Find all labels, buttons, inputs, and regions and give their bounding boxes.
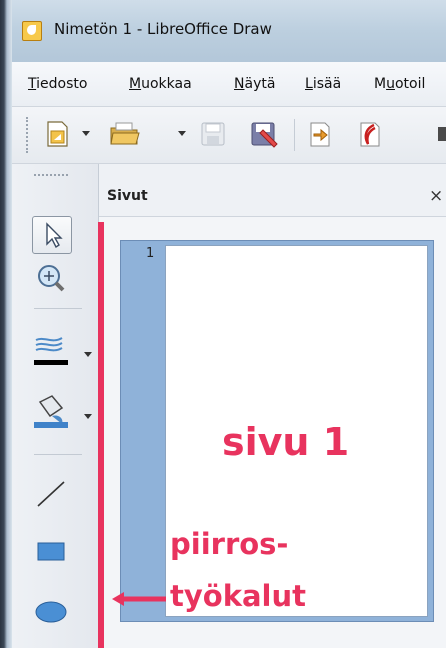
print-icon[interactable] (436, 119, 446, 149)
menu-lisaa-accel: L (305, 76, 313, 92)
menu-tiedosto-accel: T (28, 76, 37, 92)
area-fill-icon[interactable] (32, 392, 70, 428)
menu-muokkaa[interactable]: Muokkaa (129, 76, 192, 92)
annotation-tools-label-line1: piirros- (170, 527, 289, 561)
annotation-arrow (112, 592, 166, 606)
page-number: 1 (146, 246, 155, 261)
annotation-tools-label-line2: työkalut (170, 579, 306, 613)
annotation-page-label: sivu 1 (222, 420, 350, 464)
toolbar-grip[interactable] (26, 117, 31, 153)
line-style-icon[interactable] (32, 330, 70, 366)
drawing-toolbar-grip[interactable] (34, 174, 68, 178)
new-document-dropdown-arrow[interactable] (82, 131, 90, 136)
window-left-frame (0, 0, 12, 648)
menu-muotoile-prefix: M (374, 76, 387, 92)
menu-bar: Tiedosto Muokkaa Näytä Lisää Muotoil (12, 62, 446, 107)
save-icon[interactable] (198, 119, 228, 149)
menu-nayta[interactable]: Näytä (234, 76, 275, 92)
pages-panel-title: Sivut (107, 188, 148, 204)
pages-panel-header: Sivut × (99, 164, 446, 217)
zoom-icon[interactable] (32, 260, 70, 296)
select-arrow-icon[interactable] (32, 216, 72, 254)
menu-tiedosto[interactable]: Tiedosto (28, 76, 87, 92)
line-style-dropdown-arrow[interactable] (84, 352, 92, 357)
menu-lisaa-label: isää (312, 76, 342, 92)
rectangle-icon[interactable] (32, 534, 70, 570)
export-icon[interactable] (305, 119, 335, 149)
open-dropdown-arrow[interactable] (178, 131, 186, 136)
menu-muokkaa-label: uokkaa (141, 76, 192, 92)
annotation-bracket-line (98, 222, 104, 648)
menu-nayta-label: äytä (244, 76, 276, 92)
title-bar[interactable]: Nimetön 1 - LibreOffice Draw (12, 0, 446, 62)
menu-lisaa[interactable]: Lisää (305, 76, 341, 92)
menu-muotoile-label: otoil (394, 76, 426, 92)
menu-tiedosto-label: iedosto (36, 76, 88, 92)
drawing-toolbar (12, 164, 99, 648)
libreoffice-draw-icon (22, 21, 42, 41)
menu-muotoile-accel: u (386, 76, 395, 92)
export-pdf-icon[interactable] (355, 119, 385, 149)
toolbar-separator (294, 119, 295, 151)
line-tool-icon[interactable] (32, 476, 70, 512)
ellipse-icon[interactable] (32, 594, 70, 630)
area-fill-dropdown-arrow[interactable] (84, 414, 92, 419)
save-as-icon[interactable] (248, 119, 278, 149)
close-icon[interactable]: × (429, 186, 443, 206)
menu-nayta-accel: N (234, 76, 245, 92)
new-document-icon[interactable] (42, 119, 72, 149)
sidebar-separator (34, 308, 82, 309)
window-title: Nimetön 1 - LibreOffice Draw (54, 20, 272, 38)
sidebar-separator (34, 454, 82, 455)
menu-muotoile[interactable]: Muotoil (374, 76, 425, 92)
menu-muokkaa-accel: M (129, 76, 142, 92)
open-folder-icon[interactable] (108, 119, 140, 149)
standard-toolbar (12, 107, 446, 164)
